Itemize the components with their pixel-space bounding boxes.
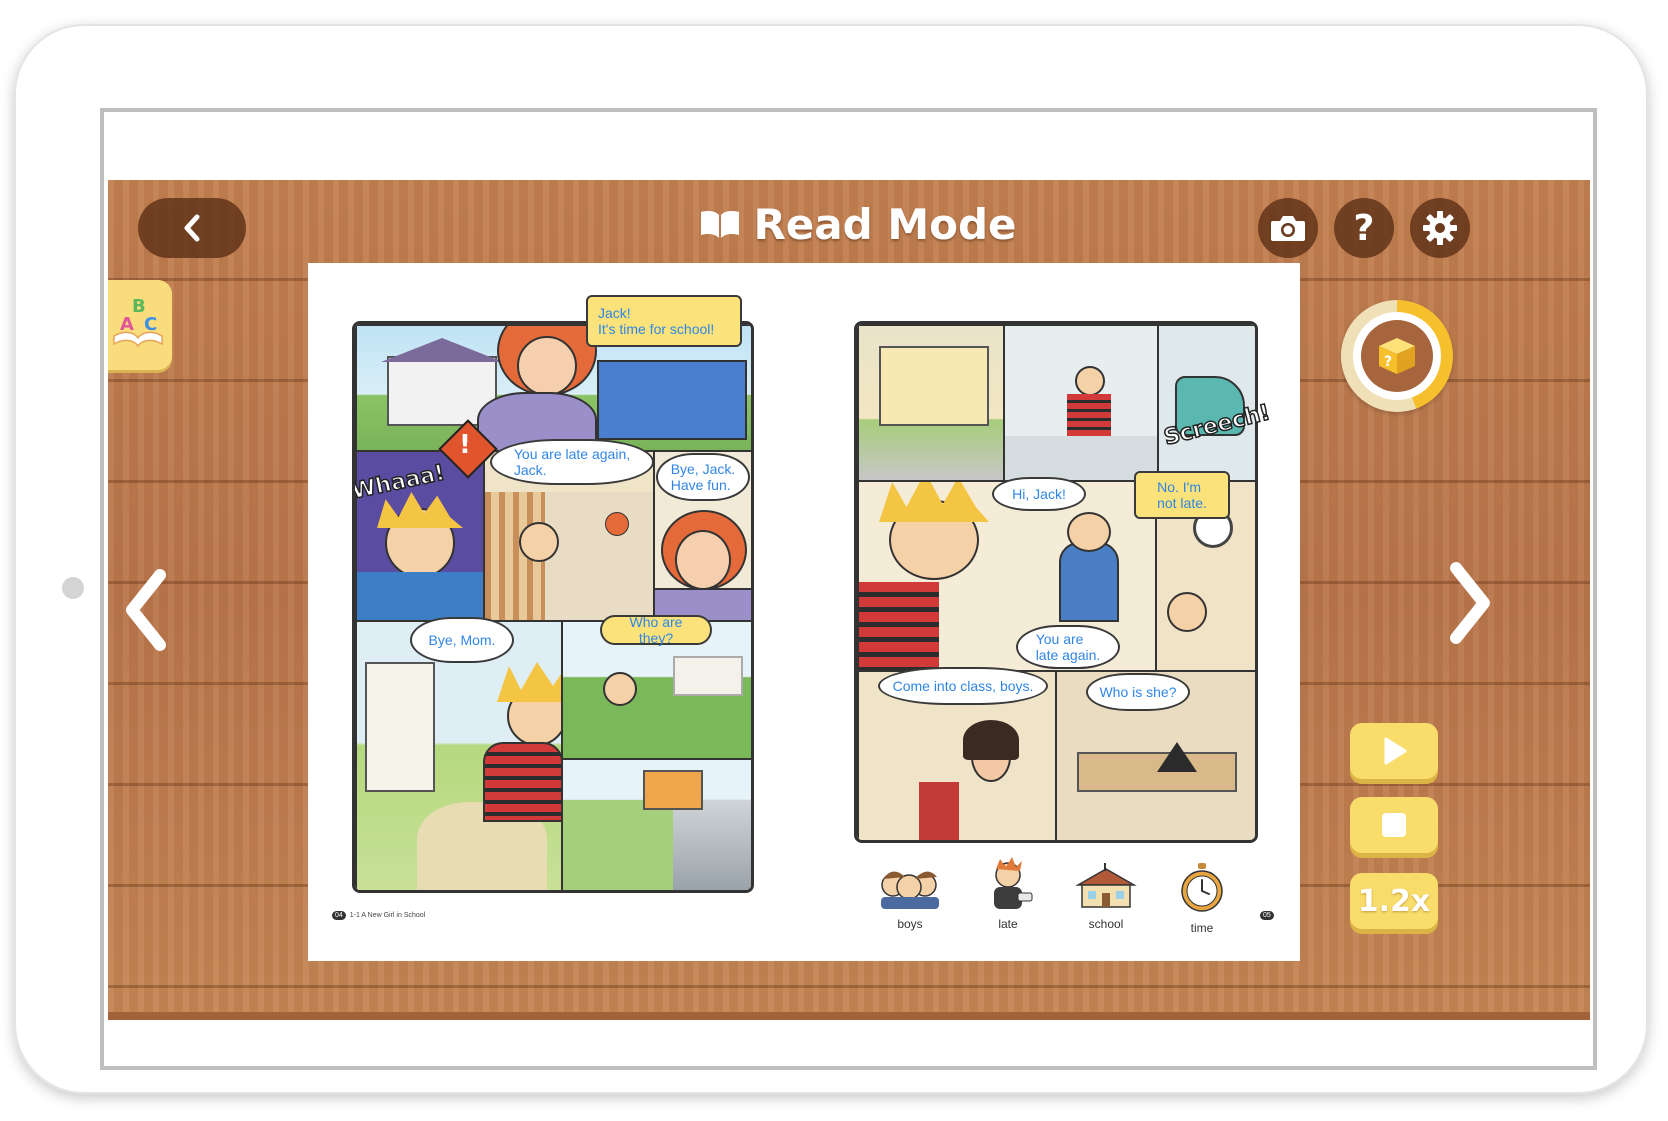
stop-button[interactable] [1350,797,1438,853]
open-book-icon [701,211,740,238]
abc-letter-a: A [120,314,134,335]
stop-icon [1382,813,1406,837]
abc-book-icon: A B C [113,296,163,348]
boys-icon [881,871,939,909]
comic-panel-r1 [857,324,1005,482]
next-page-button[interactable] [1438,558,1498,648]
bubble-late-again: You are late again, Jack. [490,439,654,485]
speed-button[interactable]: 1.2x [1350,873,1438,929]
title-text: Read Mode [753,199,1017,249]
school-icon [1075,863,1137,908]
quiz-progress-button[interactable]: ? [1341,300,1453,412]
settings-button[interactable] [1410,198,1470,258]
mystery-box-glyph: ? [1384,354,1392,370]
clock-icon [1181,863,1223,912]
vocab-label-late: late [998,917,1018,931]
left-page-footer-text: 1-1 A New Girl in School [349,912,426,919]
right-comic [854,321,1258,843]
help-button[interactable]: ? [1334,198,1394,258]
right-page-footer: 05 [1260,911,1276,920]
comic-panel-7 [561,758,751,890]
chevron-left-icon [184,214,200,242]
left-comic: Whaaa! ! [352,321,754,893]
left-page-number: 04 [332,911,346,920]
mystery-box-icon: ? [1379,338,1415,374]
bubble-you-are-late-again: You are late again. [1016,625,1120,669]
book-spread: Whaaa! ! Jack! It's time for school! You… [308,263,1300,961]
back-button[interactable] [138,198,246,258]
abc-letter-c: C [144,314,157,335]
bubble-who-is-she: Who is she? [1086,673,1190,711]
bubble-jack-time: Jack! It's time for school! [586,295,742,347]
home-button[interactable] [62,577,84,599]
play-button[interactable] [1350,723,1438,779]
left-page-footer: 04 1-1 A New Girl in School [332,911,425,920]
bubble-bye-mom: Bye, Mom. [410,617,514,663]
camera-button[interactable] [1258,198,1318,258]
quiz-ring-inner: ? [1353,312,1441,400]
gear-icon [1423,211,1457,245]
vocab-item-boys[interactable]: boys [872,863,948,931]
bubble-hi-jack: Hi, Jack! [992,477,1086,511]
question-mark-icon: ? [1353,207,1375,249]
play-icon [1384,737,1407,765]
bubble-come-into-class: Come into class, boys. [878,667,1048,705]
quiz-core: ? [1361,320,1433,392]
page-title: Read Mode [668,194,1048,254]
sfx-exclaim: ! [459,430,471,460]
speed-label: 1.2x [1357,883,1431,919]
vocab-item-time[interactable]: time [1164,863,1240,935]
vocab-label-boys: boys [897,917,923,931]
comic-panel-r2 [1003,324,1159,482]
bubble-no-im-not-late: No. I'm not late. [1134,471,1230,519]
wood-bottom-edge [108,1012,1590,1020]
comic-panel-r3 [1157,324,1255,482]
vocab-item-school[interactable]: school [1068,863,1144,931]
vocab-label-school: school [1088,917,1124,931]
bubble-who-are-they: Who are they? [600,614,712,646]
bubble-bye-jack: Bye, Jack. Have fun. [656,453,750,501]
late-boy-icon [994,857,1033,909]
wood-background: Read Mode ? A B C ? 1.2x Whaaa! ! Jack! … [108,180,1590,1020]
abc-dictionary-tab[interactable]: A B C [108,280,172,370]
prev-page-button[interactable] [118,565,178,655]
vocab-label-time: time [1190,921,1214,935]
camera-icon [1271,216,1305,241]
vocab-item-late[interactable]: late [970,857,1046,931]
app-screen: Read Mode ? A B C ? 1.2x Whaaa! ! Jack! … [100,108,1597,1070]
tablet-frame: Read Mode ? A B C ? 1.2x Whaaa! ! Jack! … [14,24,1648,1094]
right-page-number: 05 [1260,911,1274,920]
